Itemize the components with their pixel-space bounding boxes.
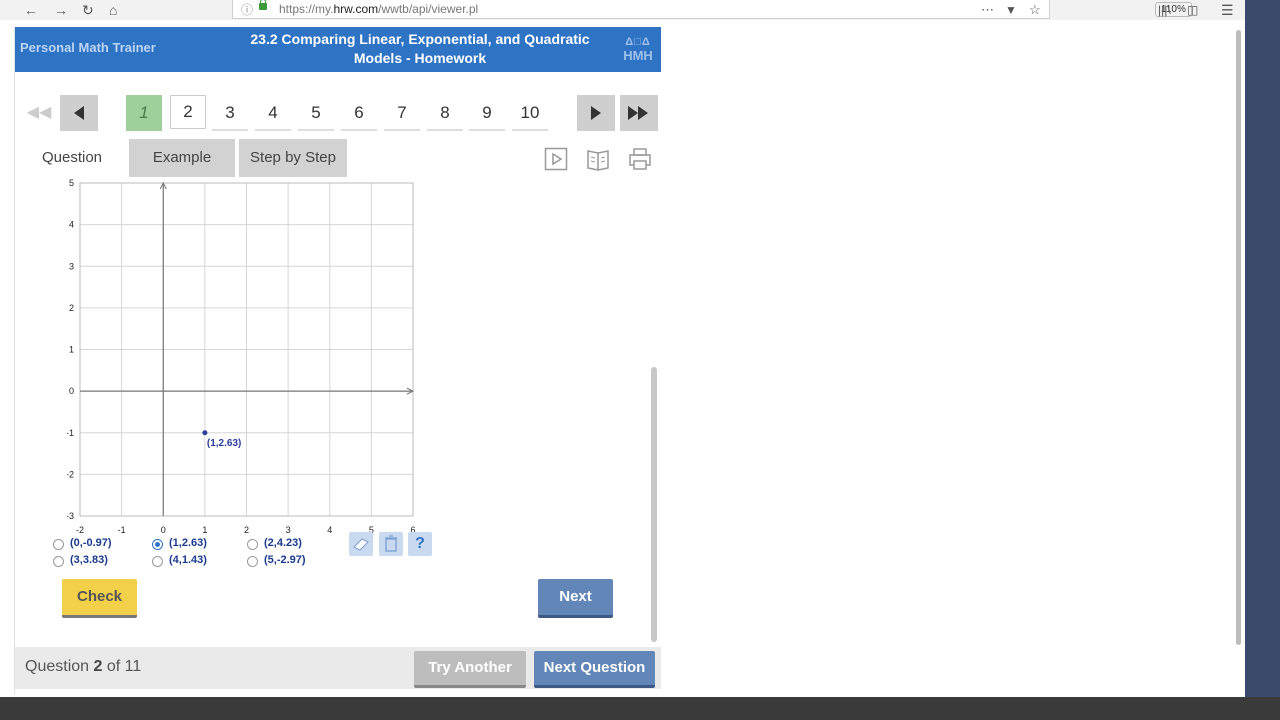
forward-icon[interactable]: → <box>54 0 68 20</box>
current-question-number: 2 <box>93 658 103 675</box>
page-2-button[interactable]: 2 <box>170 95 206 129</box>
brand-label: Personal Math Trainer <box>20 40 156 55</box>
choice-label[interactable]: (2,4.23) <box>264 537 302 549</box>
x-tick-label: 2 <box>244 525 249 533</box>
question-counter: Question 2 of 11 <box>25 658 141 676</box>
menu-icon[interactable]: ☰ <box>1221 0 1234 20</box>
x-tick-label: 0 <box>161 525 166 533</box>
browser-toolbar: ← → ↻ ⌂ ⓘ https://my.hrw.com/wwtb/api/vi… <box>0 0 1245 21</box>
tab-step-by-step[interactable]: Step by Step <box>239 139 347 177</box>
sidebar-icon[interactable]: ◫ <box>1187 0 1198 20</box>
x-tick-label: 1 <box>202 525 207 533</box>
double-arrow-right-icon <box>628 106 638 120</box>
data-point <box>202 430 208 436</box>
choice-label[interactable]: (4,1.43) <box>169 554 207 566</box>
y-tick-label: 4 <box>69 220 74 230</box>
logo-mark-icon: Δ□Δ <box>625 36 651 48</box>
page-7-button[interactable]: 7 <box>384 95 420 131</box>
last-page-button[interactable] <box>620 95 658 131</box>
previous-page-button[interactable] <box>60 95 98 131</box>
url-text[interactable]: https://my.hrw.com/wwtb/api/viewer.pl <box>279 2 478 16</box>
choice-label[interactable]: (1,2.63) <box>169 537 207 549</box>
print-icon[interactable] <box>628 147 652 171</box>
question-word: Question <box>25 658 90 675</box>
first-page-icon[interactable]: ◀◀ <box>21 95 57 131</box>
arrow-right-icon <box>591 106 601 120</box>
more-icon[interactable]: ⋯ <box>981 0 994 20</box>
choice-label[interactable]: (5,-2.97) <box>264 554 306 566</box>
tab-question[interactable]: Question <box>33 139 111 177</box>
hmh-logo: Δ□Δ HMH <box>618 35 658 63</box>
logo-text: HMH <box>623 48 653 63</box>
y-tick-label: -3 <box>67 511 74 521</box>
eraser-button[interactable] <box>349 532 373 556</box>
choice-radio[interactable] <box>152 556 163 567</box>
book-icon[interactable] <box>586 147 610 171</box>
y-tick-label: 5 <box>69 178 74 188</box>
y-tick-label: 0 <box>69 386 74 396</box>
bookmark-star-icon[interactable]: ☆ <box>1029 0 1041 20</box>
lock-icon <box>259 0 267 10</box>
y-tick-label: -1 <box>67 428 74 438</box>
coordinate-graph[interactable]: -2-10123456543210-1-2-3(1,2.63) <box>67 177 487 533</box>
header-bar: Personal Math Trainer 23.2 Comparing Lin… <box>15 27 661 72</box>
trash-icon <box>385 535 397 552</box>
choice-radio[interactable] <box>53 539 64 550</box>
page-5-button[interactable]: 5 <box>298 95 334 131</box>
video-icon[interactable] <box>544 147 568 171</box>
eraser-icon <box>353 538 369 551</box>
x-tick-label: 3 <box>286 525 291 533</box>
tab-example[interactable]: Example <box>129 139 235 177</box>
x-tick-label: -1 <box>118 525 126 533</box>
desktop-edge <box>1245 0 1280 720</box>
y-tick-label: -2 <box>67 469 74 479</box>
home-icon[interactable]: ⌂ <box>109 0 117 20</box>
assignment-title: 23.2 Comparing Linear, Exponential, and … <box>205 30 635 68</box>
delete-button[interactable] <box>379 532 403 556</box>
choice-radio[interactable] <box>152 539 163 550</box>
panel-scrollbar[interactable] <box>651 367 657 642</box>
double-arrow-right-icon-2 <box>638 106 648 120</box>
info-icon[interactable]: ⓘ <box>241 0 253 20</box>
homework-panel: Personal Math Trainer 23.2 Comparing Lin… <box>14 27 661 695</box>
library-icon[interactable]: |||\ <box>1158 0 1171 20</box>
page-9-button[interactable]: 9 <box>469 95 505 131</box>
point-label: (1,2.63) <box>207 438 241 449</box>
choice-radio[interactable] <box>247 556 258 567</box>
choice-radio[interactable] <box>247 539 258 550</box>
help-button[interactable]: ? <box>408 532 432 556</box>
page-6-button[interactable]: 6 <box>341 95 377 131</box>
choice-label[interactable]: (3,3.83) <box>70 554 108 566</box>
desktop-taskbar <box>0 697 1280 720</box>
back-icon[interactable]: ← <box>24 0 38 20</box>
title-line-1: 23.2 Comparing Linear, Exponential, and … <box>250 31 590 47</box>
x-tick-label: 4 <box>327 525 332 533</box>
page-4-button[interactable]: 4 <box>255 95 291 131</box>
next-page-button[interactable] <box>577 95 615 131</box>
arrow-left-icon <box>74 106 84 120</box>
question-total: of 11 <box>106 658 142 675</box>
address-bar[interactable]: ⓘ https://my.hrw.com/wwtb/api/viewer.pl … <box>232 0 1192 20</box>
window-scrollbar[interactable] <box>1236 30 1241 645</box>
pocket-icon[interactable]: ▼ <box>1005 0 1017 20</box>
page-8-button[interactable]: 8 <box>427 95 463 131</box>
next-button[interactable]: Next <box>538 579 613 618</box>
page-10-button[interactable]: 10 <box>512 95 548 131</box>
check-button[interactable]: Check <box>62 579 137 618</box>
y-tick-label: 2 <box>69 303 74 313</box>
reload-icon[interactable]: ↻ <box>82 0 94 20</box>
page-1-button[interactable]: 1 <box>126 95 162 131</box>
choice-radio[interactable] <box>53 556 64 567</box>
next-question-button[interactable]: Next Question <box>534 651 655 688</box>
y-tick-label: 3 <box>69 261 74 271</box>
choice-label[interactable]: (0,-0.97) <box>70 537 112 549</box>
title-line-2: Models - Homework <box>353 50 487 66</box>
page-3-button[interactable]: 3 <box>212 95 248 131</box>
try-another-button[interactable]: Try Another <box>414 651 526 688</box>
x-tick-label: -2 <box>76 525 84 533</box>
y-tick-label: 1 <box>69 345 74 355</box>
